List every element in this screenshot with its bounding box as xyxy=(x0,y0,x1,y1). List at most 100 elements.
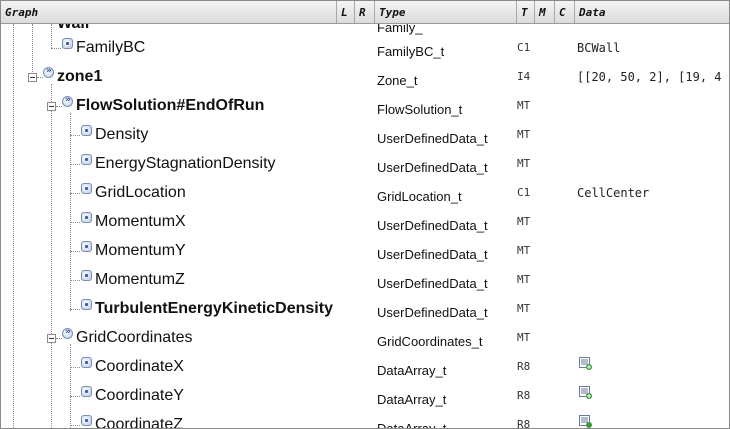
collapse-toggle-icon[interactable] xyxy=(47,102,56,111)
data-array-icon[interactable] xyxy=(579,386,592,399)
header-l[interactable]: L xyxy=(337,1,355,23)
tree-row[interactable]: FlowSolution#EndOfRun FlowSolution_t MT xyxy=(1,93,729,122)
collapse-toggle-icon[interactable] xyxy=(28,73,37,82)
node-datatype: C1 xyxy=(517,186,531,199)
leaf-node-icon xyxy=(81,212,92,223)
tree-connector xyxy=(70,164,80,165)
header-type[interactable]: Type xyxy=(375,1,517,23)
leaf-node-icon xyxy=(62,38,73,49)
node-name: zone1 xyxy=(57,68,103,85)
node-type: GridCoordinates_t xyxy=(377,334,483,349)
tree-row[interactable]: FamilyBC FamilyBC_t C1 BCWall xyxy=(1,35,729,64)
node-name: Wall xyxy=(57,24,89,33)
node-datatype: MT xyxy=(517,215,531,228)
leaf-node-icon xyxy=(81,125,92,136)
node-type: DataArray_t xyxy=(377,363,447,378)
node-datatype: MT xyxy=(517,302,531,315)
leaf-node-icon xyxy=(81,241,92,252)
data-array-icon[interactable] xyxy=(579,415,592,428)
tree-connector xyxy=(56,338,62,339)
tree-row[interactable]: CoordinateY DataArray_t R8 xyxy=(1,383,729,412)
leaf-node-icon xyxy=(81,415,92,426)
tree-connector xyxy=(70,396,80,397)
node-datatype: I4 xyxy=(517,70,531,83)
node-datatype: MT xyxy=(517,244,531,257)
leaf-node-icon xyxy=(81,183,92,194)
tree-connector xyxy=(70,251,80,252)
node-datatype: R8 xyxy=(517,389,531,402)
node-type: UserDefinedData_t xyxy=(377,276,488,291)
tree-row[interactable]: EnergyStagnationDensity UserDefinedData_… xyxy=(1,151,729,180)
node-type: DataArray_t xyxy=(377,421,446,428)
node-datatype: MT xyxy=(517,99,531,112)
node-type: GridLocation_t xyxy=(377,189,462,204)
leaf-node-icon xyxy=(81,386,92,397)
node-type: UserDefinedData_t xyxy=(377,131,488,146)
node-data: BCWall xyxy=(577,41,621,55)
tree-row[interactable]: GridLocation GridLocation_t C1 CellCente… xyxy=(1,180,729,209)
branch-node-icon xyxy=(43,67,54,78)
tree-connector xyxy=(70,280,80,281)
node-name: CoordinateY xyxy=(95,387,184,404)
node-name: FamilyBC xyxy=(76,39,146,56)
node-name: EnergyStagnationDensity xyxy=(95,155,276,172)
header-graph[interactable]: Graph xyxy=(1,1,337,23)
tree-connector xyxy=(70,425,80,426)
node-datatype: MT xyxy=(517,128,531,141)
tree-row[interactable]: MomentumX UserDefinedData_t MT xyxy=(1,209,729,238)
tree-connector xyxy=(51,48,61,49)
tree-body: Wall Family_ FamilyBC FamilyBC_t C1 BCWa… xyxy=(1,24,729,428)
header-data[interactable]: Data xyxy=(575,1,729,23)
tree-connector xyxy=(70,193,80,194)
tree-row[interactable]: MomentumY UserDefinedData_t MT xyxy=(1,238,729,267)
branch-node-icon xyxy=(62,96,73,107)
node-type: DataArray_t xyxy=(377,392,447,407)
node-data: [[20, 50, 2], [19, 4 xyxy=(577,70,722,84)
node-type: UserDefinedData_t xyxy=(377,247,488,262)
node-datatype: MT xyxy=(517,157,531,170)
node-datatype: MT xyxy=(517,331,531,344)
node-name: MomentumY xyxy=(95,242,186,259)
tree-row[interactable]: GridCoordinates GridCoordinates_t MT xyxy=(1,325,729,354)
tree-row[interactable]: Density UserDefinedData_t MT xyxy=(1,122,729,151)
tree-connector xyxy=(70,367,80,368)
tree-row[interactable]: zone1 Zone_t I4 [[20, 50, 2], [19, 4 xyxy=(1,64,729,93)
node-name: GridCoordinates xyxy=(76,329,193,346)
leaf-node-icon xyxy=(81,299,92,310)
node-type: UserDefinedData_t xyxy=(377,218,488,233)
node-name: GridLocation xyxy=(95,184,186,201)
tree-row[interactable]: MomentumZ UserDefinedData_t MT xyxy=(1,267,729,296)
leaf-node-icon xyxy=(81,154,92,165)
node-name: MomentumX xyxy=(95,213,186,230)
node-name: CoordinateZ xyxy=(95,416,184,428)
node-name: MomentumZ xyxy=(95,271,185,288)
node-type: FamilyBC_t xyxy=(377,44,445,59)
leaf-node-icon xyxy=(81,357,92,368)
node-type: FlowSolution_t xyxy=(377,102,463,117)
node-name: TurbulentEnergyKineticDensity xyxy=(95,300,333,317)
node-name: CoordinateX xyxy=(95,358,184,375)
tree-row[interactable]: CoordinateZ DataArray_t R8 xyxy=(1,412,729,428)
header-t[interactable]: T xyxy=(517,1,535,23)
tree-row[interactable]: TurbulentEnergyKineticDensity UserDefine… xyxy=(1,296,729,325)
column-header: Graph L R Type T M C Data xyxy=(1,1,729,24)
tree-row[interactable]: CoordinateX DataArray_t R8 xyxy=(1,354,729,383)
node-name: FlowSolution#EndOfRun xyxy=(76,97,265,114)
data-array-icon[interactable] xyxy=(579,357,592,370)
tree-connector xyxy=(56,106,62,107)
node-data: CellCenter xyxy=(577,186,650,200)
tree-connector xyxy=(70,309,80,310)
collapse-toggle-icon[interactable] xyxy=(47,334,56,343)
node-datatype: C1 xyxy=(517,41,531,54)
node-type: Family_ xyxy=(377,24,423,35)
header-r[interactable]: R xyxy=(355,1,375,23)
node-type: Zone_t xyxy=(377,73,418,88)
tree-connector xyxy=(70,135,80,136)
header-m[interactable]: M xyxy=(535,1,555,23)
leaf-node-icon xyxy=(81,270,92,281)
node-type: UserDefinedData_t xyxy=(377,160,488,175)
node-datatype: R8 xyxy=(517,360,531,373)
tree-view[interactable]: Graph L R Type T M C Data Wall Family_ F… xyxy=(0,0,730,429)
tree-connector xyxy=(37,77,43,78)
header-c[interactable]: C xyxy=(555,1,575,23)
